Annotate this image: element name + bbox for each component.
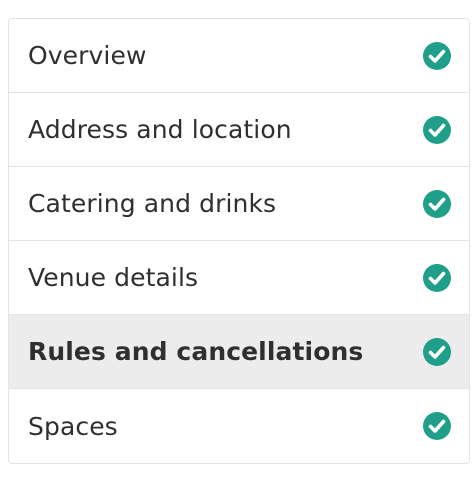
nav-item-spaces[interactable]: Spaces bbox=[9, 389, 469, 463]
nav-item-label: Catering and drinks bbox=[28, 189, 277, 218]
section-nav: Overview Address and location Catering a… bbox=[8, 18, 470, 464]
nav-item-overview[interactable]: Overview bbox=[9, 19, 469, 93]
check-circle-icon bbox=[423, 115, 451, 144]
check-circle-icon bbox=[423, 41, 451, 70]
check-circle-icon bbox=[423, 412, 451, 440]
nav-item-label: Rules and cancellations bbox=[28, 337, 364, 366]
nav-item-venue-details[interactable]: Venue details bbox=[9, 241, 469, 315]
check-circle-icon bbox=[423, 337, 451, 366]
nav-item-label: Overview bbox=[28, 41, 147, 70]
check-circle-icon bbox=[423, 263, 451, 292]
check-circle-icon bbox=[423, 189, 451, 218]
nav-item-catering-and-drinks[interactable]: Catering and drinks bbox=[9, 167, 469, 241]
nav-item-rules-and-cancellations[interactable]: Rules and cancellations bbox=[9, 315, 469, 389]
nav-item-label: Address and location bbox=[28, 115, 292, 144]
nav-item-address-and-location[interactable]: Address and location bbox=[9, 93, 469, 167]
nav-item-label: Venue details bbox=[28, 263, 199, 292]
nav-item-label: Spaces bbox=[28, 411, 118, 441]
